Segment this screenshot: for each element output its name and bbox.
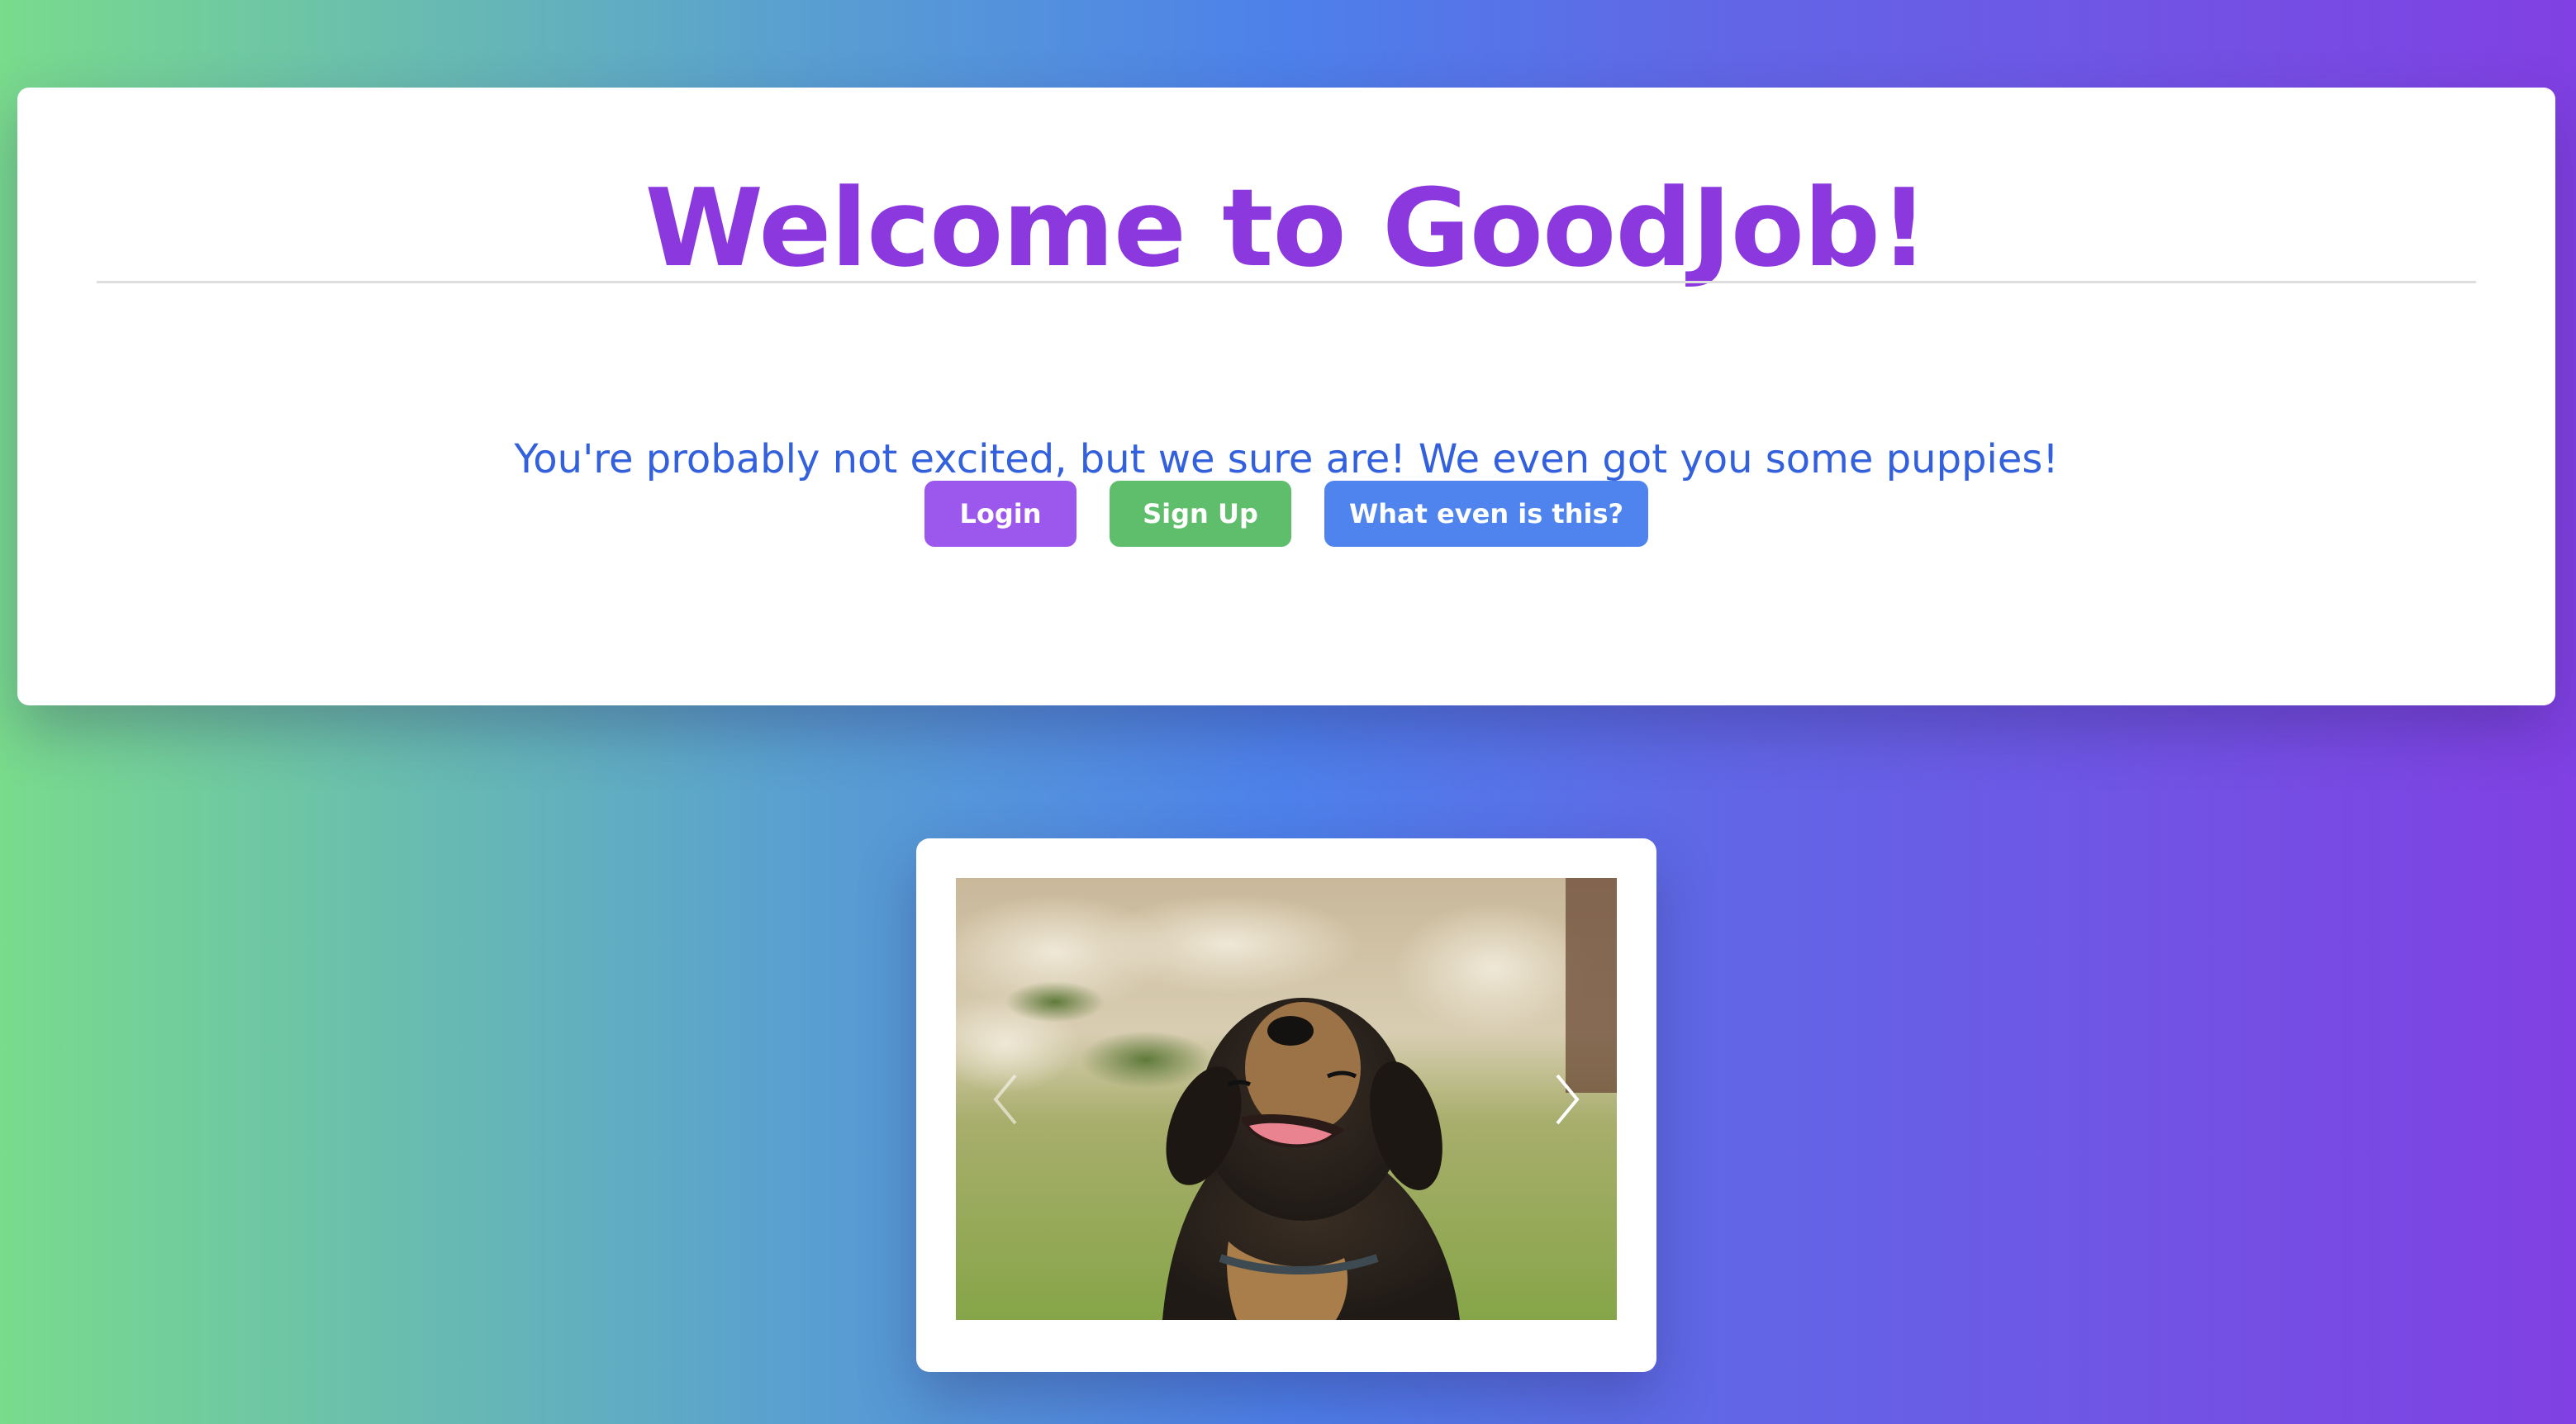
hero-subtitle: You're probably not excited, but we sure… — [514, 436, 2059, 482]
puppy-photo — [956, 878, 1617, 1320]
action-buttons: Login Sign Up What even is this? — [17, 481, 2555, 547]
chevron-left-icon — [993, 1074, 1017, 1124]
carousel-next-button[interactable] — [1542, 1066, 1592, 1132]
what-is-this-button[interactable]: What even is this? — [1324, 481, 1648, 547]
page-title: Welcome to GoodJob! — [644, 165, 1929, 291]
carousel-prev-button[interactable] — [981, 1066, 1030, 1132]
login-button[interactable]: Login — [924, 481, 1077, 547]
title-divider — [97, 281, 2476, 283]
signup-button[interactable]: Sign Up — [1110, 481, 1291, 547]
hero-card: Welcome to GoodJob! You're probably not … — [17, 88, 2555, 705]
chevron-right-icon — [1556, 1074, 1580, 1124]
puppy-carousel — [916, 838, 1656, 1372]
